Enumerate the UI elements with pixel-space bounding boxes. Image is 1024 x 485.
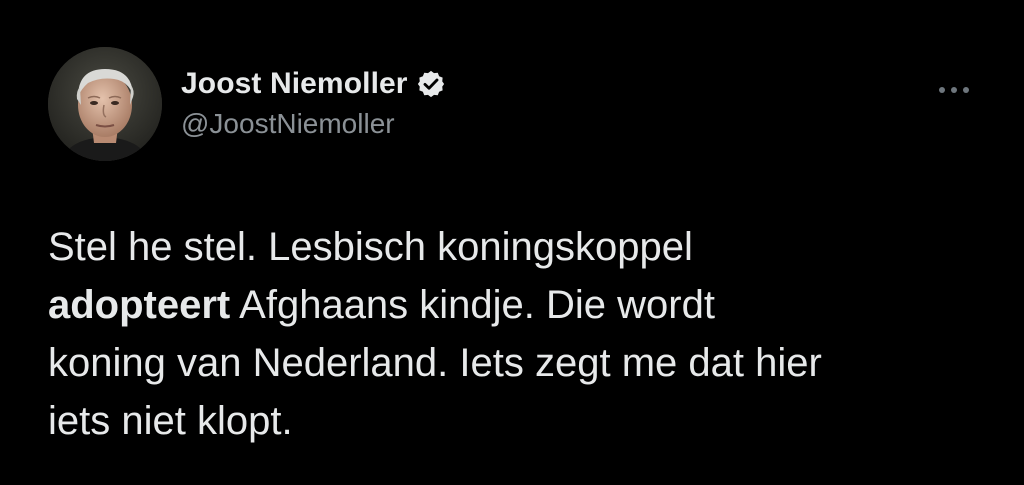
profile-photo-icon (48, 47, 162, 161)
verified-badge-icon (416, 69, 446, 99)
tweet-line-2: adopteert Afghaans kindje. Die wordt (48, 276, 988, 334)
tweet-bold-word: adopteert (48, 283, 231, 327)
more-dots-icon (939, 87, 969, 93)
user-handle[interactable]: @JoostNiemoller (181, 108, 446, 140)
tweet-text: Stel he stel. Lesbisch koningskoppel ado… (48, 218, 988, 450)
tweet-card: Joost Niemoller @JoostNiemoller Stel he … (0, 0, 1024, 485)
tweet-line-4: iets niet klopt. (48, 399, 293, 443)
author-block: Joost Niemoller @JoostNiemoller (181, 64, 446, 140)
tweet-line-2-rest: Afghaans kindje. Die wordt (230, 283, 715, 327)
tweet-line-1: Stel he stel. Lesbisch koningskoppel (48, 225, 693, 269)
tweet-line-3: koning van Nederland. Iets zegt me dat h… (48, 341, 822, 385)
display-name[interactable]: Joost Niemoller (181, 67, 408, 101)
name-row: Joost Niemoller (181, 64, 446, 104)
more-options-button[interactable] (934, 80, 974, 100)
avatar[interactable] (48, 47, 162, 161)
